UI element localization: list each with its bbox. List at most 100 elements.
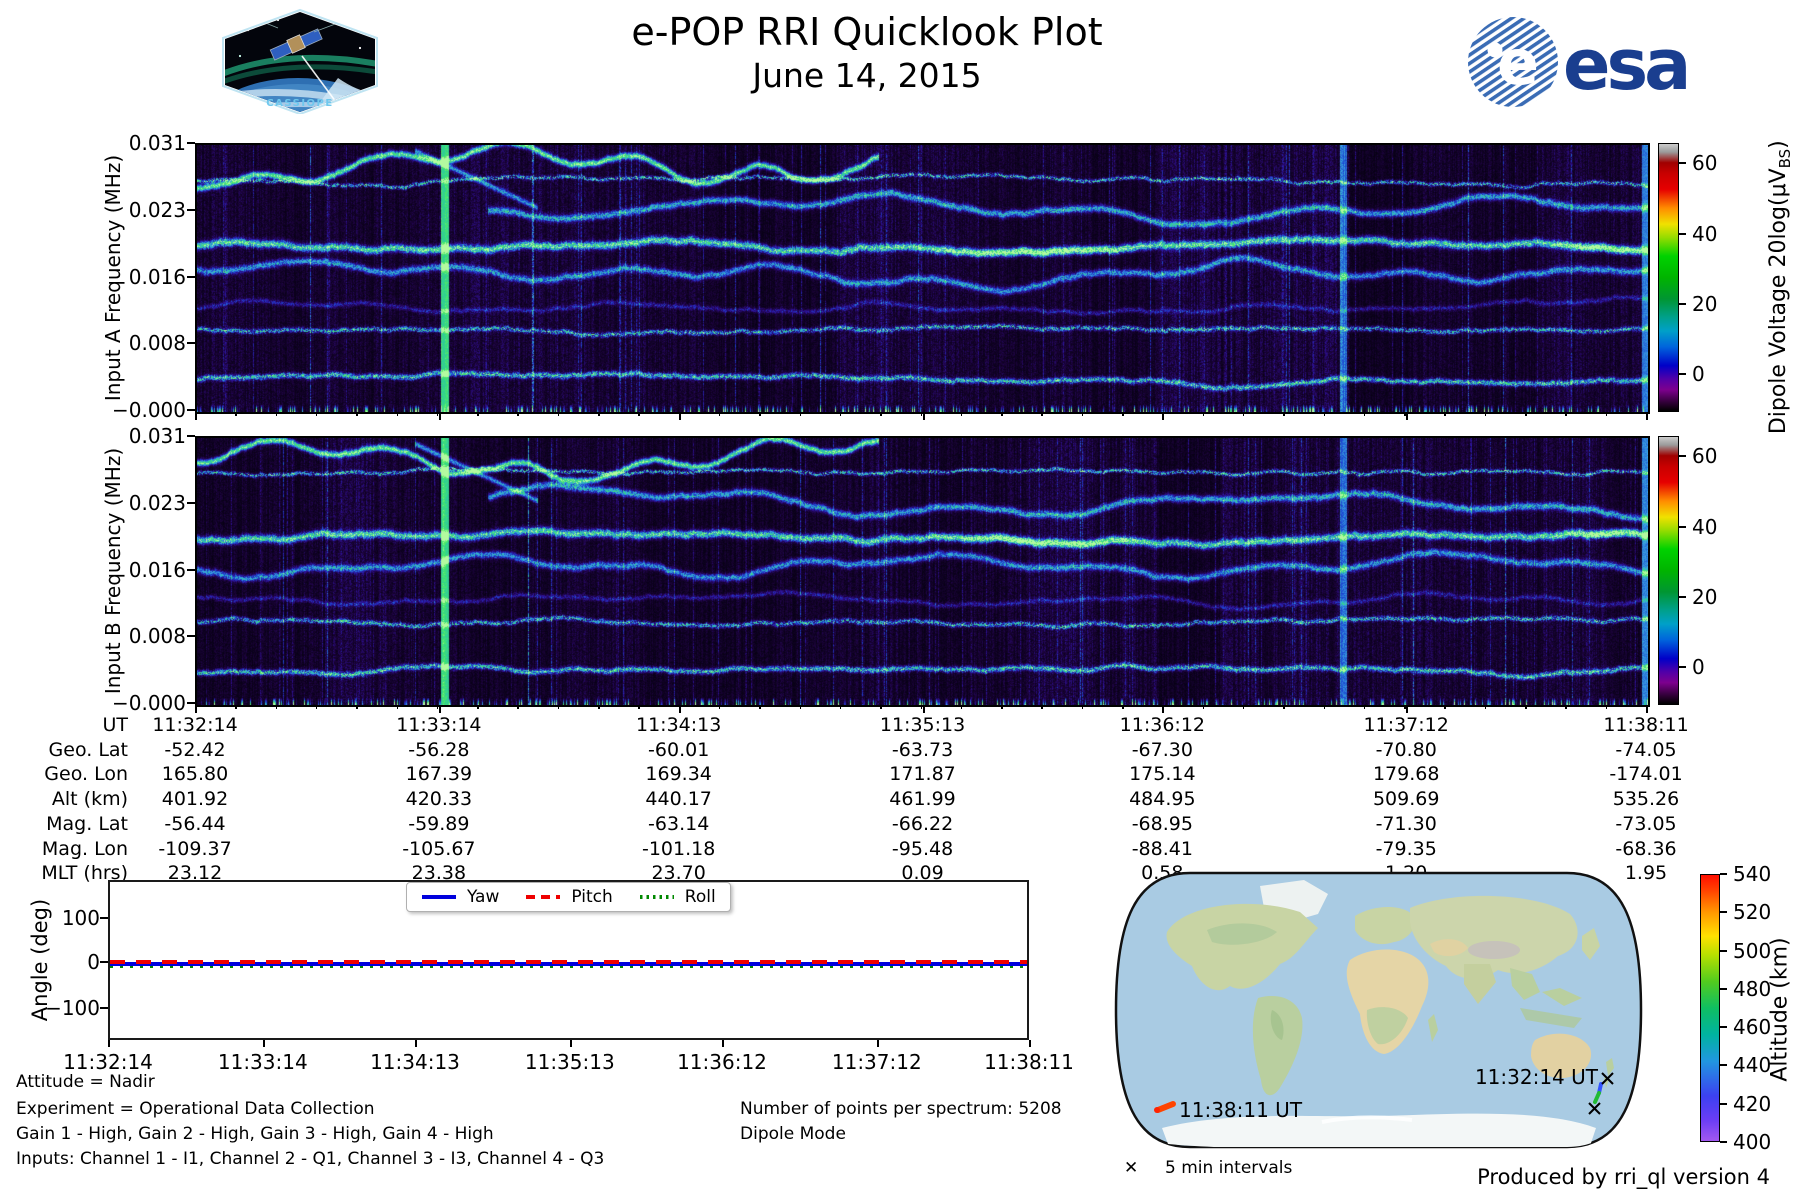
time-minor-tick-b — [1242, 705, 1245, 709]
time-minor-tick-a — [1081, 412, 1084, 416]
freq-tick-mark-a — [187, 342, 195, 345]
ephemeris-cell: 11:33:14 — [396, 714, 482, 736]
dipole-colorbar-a — [1658, 143, 1679, 412]
time-minor-tick-b — [759, 705, 761, 709]
track-start-label: 11:32:14 UT — [1475, 1065, 1599, 1089]
freq-tick-label-a: 0.023 — [128, 197, 186, 222]
time-major-tick-b — [438, 705, 441, 713]
time-minor-tick-b — [1041, 705, 1043, 709]
freq-tick-label-b: 0.031 — [128, 424, 186, 448]
dipole-cbar-tick-label-b: 0 — [1692, 655, 1705, 680]
ephemeris-cell: 484.95 — [1129, 788, 1196, 811]
ephemeris-cell: 169.34 — [645, 763, 712, 786]
ephemeris-cell: -68.95 — [1131, 812, 1193, 835]
alt-cbar-tick-mark — [1720, 1064, 1727, 1067]
time-minor-tick-b — [638, 705, 640, 709]
alt-cbar-tick-label: 540 — [1733, 862, 1772, 886]
time-minor-tick-b — [1323, 705, 1326, 709]
dipole-cbar-tick-a — [1679, 303, 1686, 306]
freq-tick-mark-a — [187, 275, 195, 278]
time-minor-tick-b — [1283, 705, 1285, 709]
time-minor-tick-a — [235, 412, 237, 416]
angle-legend: Yaw Pitch Roll — [406, 882, 731, 912]
time-minor-tick-b — [880, 705, 882, 709]
legend-label: Roll — [684, 887, 716, 907]
angle-xtick-mark — [1029, 1040, 1031, 1047]
time-minor-tick-b — [1363, 705, 1366, 709]
time-minor-tick-a — [880, 412, 882, 416]
alt-cbar-tick-mark — [1720, 1141, 1727, 1143]
ephemeris-cell: 11:38:11 — [1603, 714, 1689, 736]
time-major-tick-a — [1406, 412, 1409, 420]
time-minor-tick-a — [1122, 412, 1124, 416]
time-minor-tick-b — [1122, 705, 1124, 709]
ephemeris-cell: 11:34:13 — [635, 714, 722, 736]
patch-label: CASSIOPE — [266, 98, 333, 109]
freq-tick-label-a: −0.000 — [111, 398, 186, 422]
alt-cbar-tick-mark — [1720, 987, 1727, 990]
angle-ytick-mark — [100, 917, 108, 919]
alt-cbar-tick-label: 420 — [1733, 1091, 1772, 1116]
time-minor-tick-a — [1363, 412, 1366, 416]
time-minor-tick-a — [517, 412, 519, 416]
alt-cbar-tick-mark — [1720, 949, 1727, 952]
inputs-note: Inputs: Channel 1 - I1, Channel 2 - Q1, … — [16, 1149, 605, 1169]
roll-line-sample — [639, 895, 674, 899]
freq-tick-label-b: 0.008 — [128, 624, 186, 649]
ephemeris-row-label: Alt (km) — [51, 788, 128, 811]
ephemeris-row-label: UT — [102, 714, 128, 736]
esa-wordmark: esa — [1563, 24, 1687, 106]
time-minor-tick-a — [718, 412, 721, 416]
ephemeris-cell: 11:36:12 — [1119, 714, 1205, 736]
angle-xtick-label: 11:34:13 — [370, 1050, 460, 1074]
time-minor-tick-a — [1444, 412, 1446, 416]
track-end-label: 11:38:11 UT — [1179, 1098, 1303, 1122]
freq-tick-mark-b — [187, 635, 195, 638]
alt-cbar-tick-label: 440 — [1733, 1053, 1772, 1078]
angle-xtick-mark — [262, 1040, 265, 1047]
time-major-tick-b — [1162, 705, 1165, 713]
angle-ytick-mark — [100, 961, 108, 963]
time-major-tick-b — [195, 705, 197, 713]
intervals-label: 5 min intervals — [1165, 1158, 1293, 1178]
time-minor-tick-a — [638, 412, 640, 416]
time-minor-tick-a — [1283, 412, 1285, 416]
ephemeris-row-label: Geo. Lat — [48, 738, 128, 761]
time-minor-tick-b — [1605, 705, 1608, 709]
mode-note: Dipole Mode — [740, 1124, 846, 1144]
gains-note: Gain 1 - High, Gain 2 - High, Gain 3 - H… — [16, 1124, 494, 1144]
time-minor-tick-b — [356, 705, 358, 709]
altitude-colorbar-label: Altitude (km) — [1767, 937, 1793, 1082]
spectrogram-input-a — [195, 143, 1650, 414]
spectrogram-input-b — [195, 436, 1650, 707]
time-major-tick-b — [1406, 705, 1409, 713]
time-minor-tick-a — [396, 412, 399, 416]
dipole-colorbar-label: Dipole Voltage 20log(μVBS) — [1765, 140, 1795, 435]
freq-tick-mark-a — [187, 409, 195, 411]
angle-ytick-label: 0 — [87, 950, 100, 974]
dipole-cbar-tick-a — [1679, 232, 1686, 235]
ephemeris-cell: -105.67 — [402, 837, 476, 860]
dipole-cbar-tick-label-a: 60 — [1692, 151, 1718, 176]
ephemeris-cell: 179.68 — [1372, 763, 1440, 786]
ephemeris-cell: -88.41 — [1131, 837, 1193, 860]
freq-tick-label-a: 0.031 — [128, 131, 186, 155]
alt-cbar-tick-mark — [1720, 911, 1727, 914]
dipole-cbar-tick-a — [1679, 373, 1686, 376]
time-minor-tick-b — [1202, 705, 1205, 709]
time-minor-tick-b — [1565, 705, 1567, 709]
time-minor-tick-b — [1001, 705, 1003, 709]
altitude-colorbar — [1700, 874, 1720, 1142]
dipole-cbar-tick-label-a: 20 — [1692, 292, 1718, 317]
dipole-cbar-tick-b — [1679, 596, 1686, 599]
time-major-tick-a — [1162, 412, 1165, 420]
ephemeris-cell: -109.37 — [158, 837, 232, 860]
angle-xtick-label: 11:36:12 — [677, 1050, 767, 1074]
freq-tick-label-b: −0.000 — [111, 691, 186, 715]
dipole-cbar-tick-label-b: 60 — [1692, 444, 1718, 469]
time-major-tick-b — [1646, 705, 1648, 713]
time-minor-tick-a — [1001, 412, 1003, 416]
time-minor-tick-b — [517, 705, 519, 709]
ephemeris-cell: 535.26 — [1612, 788, 1680, 811]
ephemeris-row-label: Geo. Lon — [44, 763, 128, 786]
